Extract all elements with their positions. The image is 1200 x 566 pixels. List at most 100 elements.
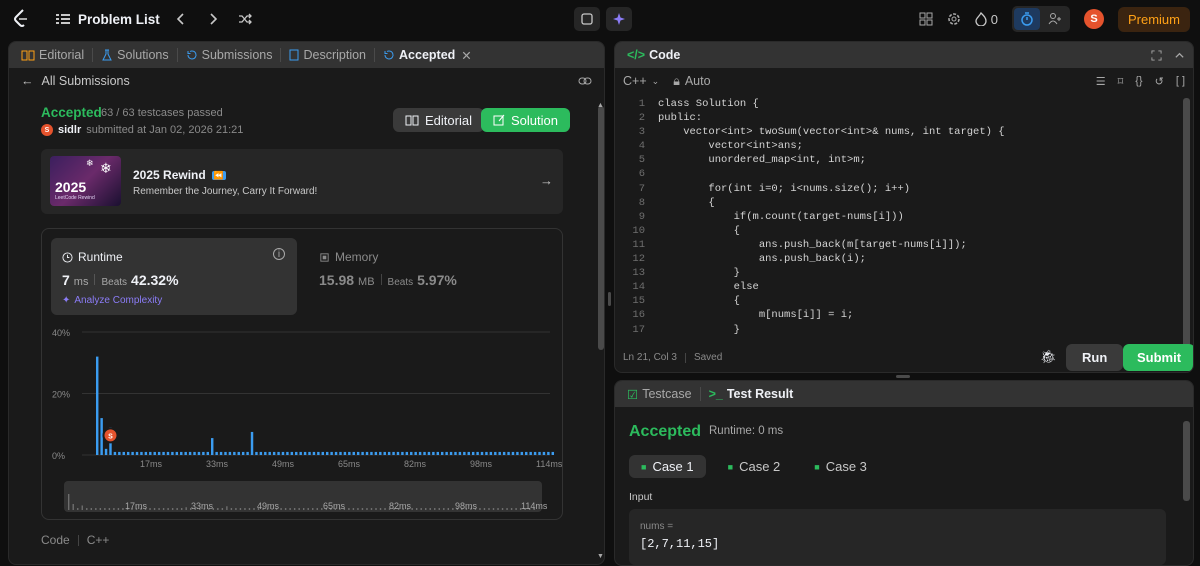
performance-box: Runtime i 7 ms Beats 42.32% ✦ Analyze Co… (41, 228, 563, 520)
runtime-card[interactable]: Runtime i 7 ms Beats 42.32% ✦ Analyze Co… (51, 238, 297, 315)
code-line[interactable]: 9 if(m.count(target-nums[i])) (615, 210, 1181, 224)
line-number: 4 (638, 140, 645, 153)
tab-solutions[interactable]: Solutions (97, 48, 172, 62)
code-line[interactable]: 2 public: (615, 111, 1181, 125)
code-line[interactable]: 15 { (615, 294, 1181, 308)
chart-bar (374, 451, 378, 455)
run-button[interactable]: Run (1066, 344, 1124, 371)
info-icon[interactable]: i (273, 248, 285, 260)
shuffle-icon[interactable] (234, 8, 256, 30)
code-line[interactable]: 4 vector<int>ans; (615, 139, 1181, 153)
code-line[interactable]: 6 (615, 167, 1181, 181)
tab-editorial[interactable]: Editorial (17, 48, 88, 62)
streak-counter[interactable]: 0 (975, 12, 998, 27)
case-tab-3[interactable]: ■ Case 3 (802, 455, 879, 478)
memory-heading[interactable]: Memory (319, 250, 378, 264)
mini-bar (438, 508, 440, 510)
code-line[interactable]: 11 ans.push_back(m[target-nums[i]]); (615, 238, 1181, 252)
submit-button[interactable]: Submit (1123, 344, 1193, 371)
left-scrollbar[interactable] (598, 106, 604, 350)
settings-gear-icon[interactable] (947, 12, 961, 26)
code-line[interactable]: 5 unordered_map<int, int>m; (615, 153, 1181, 167)
scroll-down-icon[interactable]: ▼ (597, 553, 604, 560)
code-line[interactable]: 7 for(int i=0; i<nums.size(); i++) (615, 182, 1181, 196)
user-avatar[interactable]: S (1083, 9, 1104, 29)
editorial-button[interactable]: Editorial (393, 108, 484, 132)
code-line[interactable]: 8 { (615, 196, 1181, 210)
ai-sparkle-icon[interactable] (606, 7, 632, 31)
x-tick-label: 17ms (140, 459, 163, 469)
chart-bar (454, 451, 457, 455)
code-text: vector<int> twoSum(vector<int>& nums, in… (658, 126, 1005, 139)
case-tab-1[interactable]: ■ Case 1 (629, 455, 706, 478)
notes-icon[interactable] (574, 7, 600, 31)
code-line[interactable]: 13 } (615, 266, 1181, 280)
chart-bar (295, 451, 298, 455)
code-line[interactable]: 1 class Solution { (615, 97, 1181, 111)
code-line[interactable]: 16 m[nums[i]] = i; (615, 308, 1181, 322)
line-number: 2 (638, 112, 645, 125)
link-icon[interactable] (578, 76, 592, 86)
runtime-distribution-chart[interactable]: 40% 20% 0% 17ms 33ms 49ms 65ms 82ms 98ms 114ms S 17… (42, 319, 562, 519)
chart-bar (277, 451, 280, 455)
tab-testcase[interactable]: ☑ Testcase (623, 387, 696, 402)
mini-bar (68, 494, 70, 510)
solution-button[interactable]: Solution (481, 108, 570, 132)
layout-grid-icon[interactable] (919, 12, 933, 26)
problem-list-button[interactable]: Problem List (56, 12, 160, 27)
tab-test-result[interactable]: >_ Test Result (705, 387, 798, 401)
chart-bar (281, 451, 285, 455)
code-scrollbar[interactable] (1183, 98, 1190, 368)
mini-bar (348, 508, 350, 510)
braces-icon[interactable]: {} (1135, 75, 1142, 88)
line-number: 3 (638, 126, 645, 139)
reset-icon[interactable]: ↺ (1155, 75, 1164, 88)
code-line[interactable]: 3 vector<int> twoSum(vector<int>& nums, … (615, 125, 1181, 139)
auto-mode[interactable]: 🔒︎ Auto (673, 74, 710, 89)
chart-bar (379, 451, 382, 455)
code-line[interactable]: 17 } (615, 323, 1181, 337)
scroll-up-icon[interactable]: ▲ (597, 102, 604, 109)
mini-bar (104, 508, 106, 510)
timer-icon[interactable] (1013, 8, 1040, 30)
code-line[interactable]: 14 else (615, 280, 1181, 294)
add-friend-icon[interactable] (1042, 8, 1068, 30)
chart-bar (188, 451, 192, 455)
chart-bar (383, 451, 386, 455)
tab-submissions[interactable]: Submissions (182, 48, 277, 62)
format-icon[interactable]: ☰ (1096, 75, 1106, 88)
debug-bug-icon[interactable]: 🐞︎ (1040, 349, 1057, 365)
brackets-icon[interactable]: [ ] (1176, 75, 1185, 88)
mini-bar (447, 508, 450, 510)
next-problem-icon[interactable] (202, 8, 224, 30)
result-scrollbar[interactable] (1183, 421, 1190, 501)
prev-problem-icon[interactable] (170, 8, 192, 30)
chevron-up-icon[interactable] (1174, 50, 1185, 61)
tab-code[interactable]: </> Code (623, 48, 684, 62)
premium-button[interactable]: Premium (1117, 6, 1190, 32)
close-tab-icon[interactable]: ✕ (461, 48, 471, 63)
chart-bar (104, 448, 108, 455)
code-lines[interactable]: 1 class Solution {2 public: 3 vector<int> t… (615, 97, 1181, 337)
case-tab-2[interactable]: ■ Case 2 (716, 455, 793, 478)
back-to-submissions[interactable]: ← All Submissions (21, 74, 130, 88)
code-text: ans.push_back(m[target-nums[i]]); (658, 238, 967, 251)
horizontal-resize-handle[interactable] (896, 375, 910, 378)
code-line[interactable]: 10 { (615, 224, 1181, 238)
leetcode-logo-icon[interactable] (10, 8, 32, 30)
mini-bar (434, 508, 436, 510)
chart-bar (144, 451, 148, 455)
submitter-name[interactable]: sidlr (58, 124, 81, 136)
bookmark-icon[interactable]: ⌑ (1118, 75, 1124, 88)
tab-description[interactable]: Description (285, 48, 370, 62)
x-tick-label: 49ms (272, 459, 295, 469)
rewind-banner[interactable]: 2025 LeetCode Rewind ❄ ❄ 2025 Rewind ⏪ R… (41, 149, 563, 214)
code-line[interactable]: 12 ans.push_back(i); (615, 252, 1181, 266)
vertical-resize-handle[interactable] (608, 292, 611, 306)
chart-bar (321, 451, 325, 455)
analyze-complexity-link[interactable]: ✦ Analyze Complexity (62, 295, 162, 306)
chart-bar (352, 451, 355, 455)
tab-accepted[interactable]: Accepted ✕ (379, 48, 476, 63)
fullscreen-icon[interactable] (1151, 49, 1162, 61)
language-select[interactable]: C++ ⌄ (623, 74, 659, 88)
